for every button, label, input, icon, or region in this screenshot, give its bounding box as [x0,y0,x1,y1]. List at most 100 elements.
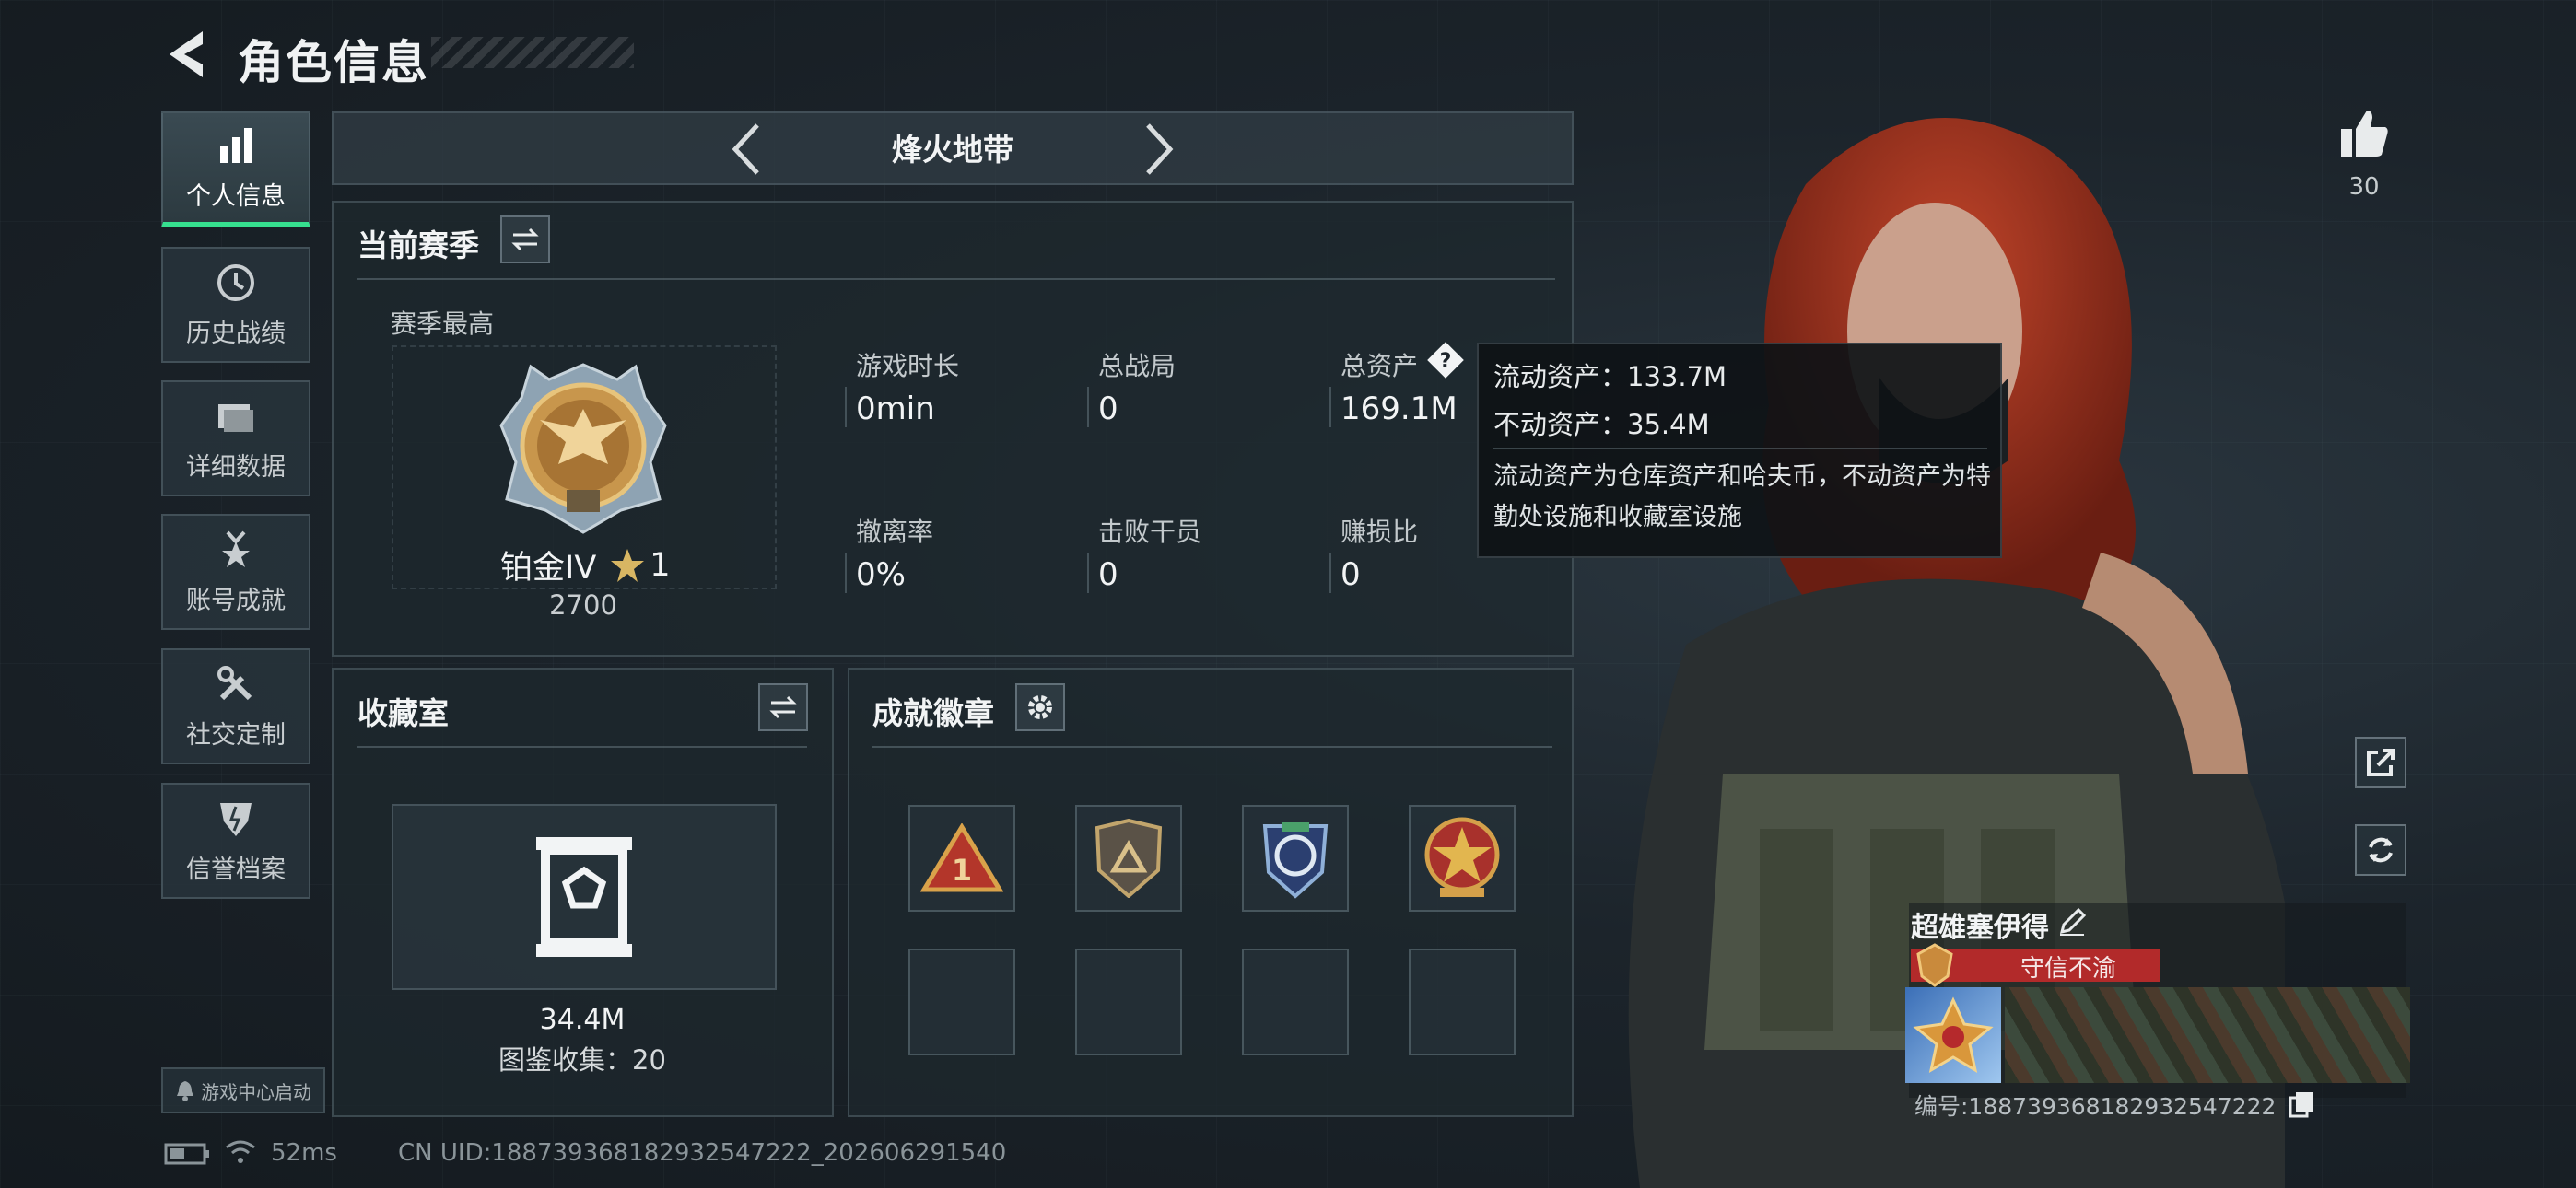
share-button[interactable] [2355,737,2406,788]
profile-banner[interactable] [2005,987,2410,1083]
divider [845,553,847,593]
stat-profit-ratio-value: 0 [1341,556,1361,593]
achievement-badge-slot[interactable]: 1 [908,805,1015,912]
swap-icon [511,227,539,251]
divider [357,278,1555,280]
stat-extraction-rate-label: 撤离率 [856,517,934,547]
tooltip-description: 流动资产为仓库资产和哈夫币，不动资产为特勤处设施和收藏室设施 [1493,462,1991,531]
sidebar-item-label: 个人信息 [186,181,286,211]
ping-value: 52ms [271,1139,337,1167]
title-tag-text: 守信不渝 [2020,955,2116,983]
collection-switch-button[interactable] [758,683,808,731]
divider [1087,387,1089,427]
wifi-icon [226,1140,255,1163]
sidebar-item-history[interactable]: 历史战绩 [161,247,310,363]
title-emblem-icon [1916,943,1953,987]
sidebar-item-reputation[interactable]: 信誉档案 [161,783,310,899]
sidebar-item-label: 账号成就 [186,586,286,615]
sidebar-item-detailed-data[interactable]: 详细数据 [161,380,310,496]
player-id: 编号:1887393681829325472​22 [1914,1093,2277,1120]
folder-icon [218,403,253,432]
achievement-badge-slot-empty[interactable] [1075,949,1182,1055]
sidebar-item-label: 社交定制 [186,720,286,750]
back-arrow-icon[interactable] [162,28,210,81]
stat-total-assets-label: 总资产 [1341,351,1419,381]
divider [1329,387,1331,427]
divider [872,746,1552,748]
display-case-icon [536,837,632,957]
divider [1493,448,1987,449]
achievement-badge-slot-empty[interactable] [908,949,1015,1055]
gear-icon [1028,695,1052,719]
bar-chart-icon [220,127,252,163]
avatar[interactable] [1905,987,2001,1083]
triangle-badge-icon: 1 [920,823,1003,892]
tools-icon [217,665,252,700]
stat-playtime-label: 游戏时长 [856,351,960,381]
achievement-badge-slot-empty[interactable] [1242,949,1349,1055]
rank-score: 2700 [549,589,617,621]
chevron-right-icon[interactable] [1142,122,1176,177]
mode-name: 烽火地带 [892,132,1013,168]
battery-icon [164,1143,209,1165]
rank-stars: 1 [650,546,671,584]
collection-count: 图鉴收集：20 [498,1044,666,1076]
sidebar-item-personal-info[interactable]: 个人信息 [161,111,310,227]
divider [1329,553,1331,593]
collection-title: 收藏室 [357,695,449,731]
sidebar-item-label: 信誉档案 [186,855,286,884]
player-name: 超雄塞伊得 [1911,912,2049,944]
stat-kills-label: 击败干员 [1098,517,1202,547]
divider [845,387,847,427]
svg-text:1: 1 [952,853,972,888]
copy-icon[interactable] [2289,1090,2314,1118]
achievement-badge-slot[interactable] [1409,805,1516,912]
thumbs-up-icon[interactable] [2337,107,2391,160]
sidebar-item-social[interactable]: 社交定制 [161,648,310,764]
swap-icon [769,695,797,719]
stat-playtime-value: 0min [856,390,935,427]
history-icon [217,263,254,301]
sidebar-item-label: 详细数据 [186,452,286,482]
divider [357,746,807,748]
rank-emblem-icon [499,363,667,534]
edit-icon[interactable] [2056,906,2088,938]
game-center-launch-label: 游戏中心启动 [201,1080,311,1103]
likes-count: 30 [2348,173,2380,201]
achievement-badge-slot-empty[interactable] [1409,949,1516,1055]
achievement-badge-slot[interactable] [1075,805,1182,912]
uid-text: CN UID:18873936818293254722​2_2026062915… [398,1139,1007,1167]
sidebar-item-label: 历史战绩 [186,319,286,348]
title-decoration [431,37,634,68]
star-icon [611,548,645,582]
stat-extraction-rate-value: 0% [856,556,906,593]
season-switch-button[interactable] [500,215,550,263]
share-icon [2367,749,2395,776]
stat-total-assets-value: 169.1M [1341,390,1458,427]
stat-profit-ratio-label: 赚损比 [1341,517,1419,547]
help-icon[interactable]: ? [1424,339,1467,381]
assets-tooltip: 流动资产：133.7M 不动资产：35.4M 流动资产为仓库资产和哈夫币，不动资… [1477,343,2002,558]
shield-icon [220,802,252,836]
avatar-crest-icon [1913,996,1994,1074]
achievements-settings-button[interactable] [1015,683,1065,731]
refresh-icon [2369,837,2393,863]
achievement-badge-slot[interactable] [1242,805,1349,912]
sidebar-item-achievements[interactable]: 账号成就 [161,514,310,630]
stat-kills-value: 0 [1098,556,1118,593]
season-best-label: 赛季最高 [391,309,495,339]
medal-icon [222,530,250,567]
achievements-title: 成就徽章 [872,695,994,731]
tooltip-liquid-assets: 流动资产：133.7M [1493,361,1727,392]
stat-total-matches-value: 0 [1098,390,1118,427]
star-badge-icon [1424,817,1500,897]
refresh-button[interactable] [2355,824,2406,876]
rank-name: 铂金IV [500,550,597,587]
chevron-left-icon[interactable] [730,122,763,177]
shield-badge-icon [1095,819,1163,898]
season-title: 当前赛季 [357,227,479,263]
divider [1087,553,1089,593]
page-title: 角色信息 [238,36,429,89]
collection-value: 34.4M [539,1004,626,1036]
game-center-launch-button[interactable]: 游戏中心启动 [161,1067,325,1113]
